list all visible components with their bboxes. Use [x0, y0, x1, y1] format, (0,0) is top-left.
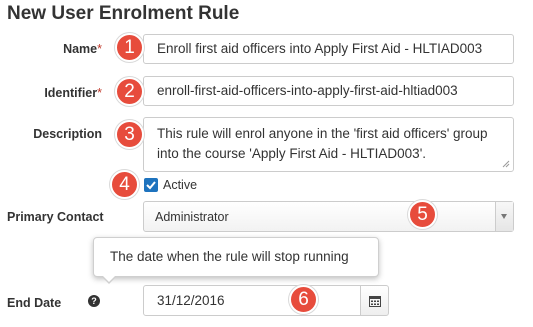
primary-contact-value: Administrator	[155, 210, 229, 224]
name-label-text: Name	[63, 42, 98, 56]
identifier-input[interactable]: enroll-first-aid-officers-into-apply-fir…	[143, 76, 514, 106]
step-badge-2: 2	[115, 77, 144, 106]
step-badge-6: 6	[289, 285, 318, 314]
select-dropdown-button[interactable]	[495, 202, 513, 231]
resize-grip-icon[interactable]	[502, 160, 510, 168]
step-badge-4: 4	[110, 170, 139, 199]
description-textarea[interactable]: This rule will enrol anyone in the 'firs…	[143, 117, 514, 172]
page-title: New User Enrolment Rule	[7, 3, 240, 24]
caret-down-icon	[501, 214, 507, 219]
description-text: This rule will enrol anyone in the 'firs…	[157, 126, 488, 161]
description-label: Description	[33, 127, 102, 141]
step-badge-5: 5	[408, 200, 437, 229]
active-label[interactable]: Active	[163, 178, 197, 192]
identifier-label-text: Identifier	[44, 86, 98, 100]
primary-contact-select[interactable]: Administrator	[143, 201, 514, 232]
active-checkbox[interactable]	[144, 178, 158, 192]
step-badge-3: 3	[115, 120, 144, 149]
identifier-label: Identifier*	[44, 86, 102, 100]
name-label: Name*	[63, 42, 102, 56]
required-mark: *	[97, 86, 102, 100]
primary-contact-label: Primary Contact	[7, 210, 104, 224]
name-input[interactable]: Enroll first aid officers into Apply Fir…	[143, 34, 514, 64]
end-date-input[interactable]: 31/12/2016	[143, 285, 361, 316]
end-date-label: End Date	[7, 296, 62, 310]
question-circle-icon[interactable]: ?	[88, 295, 100, 307]
calendar-icon	[369, 296, 381, 307]
end-date-tooltip: The date when the rule will stop running	[93, 237, 379, 284]
tooltip-arrow-inner	[102, 275, 116, 282]
tooltip-text: The date when the rule will stop running	[110, 249, 349, 264]
required-mark: *	[97, 42, 102, 56]
step-badge-1: 1	[115, 33, 144, 62]
calendar-button[interactable]	[360, 285, 389, 316]
checkmark-icon	[146, 181, 156, 190]
